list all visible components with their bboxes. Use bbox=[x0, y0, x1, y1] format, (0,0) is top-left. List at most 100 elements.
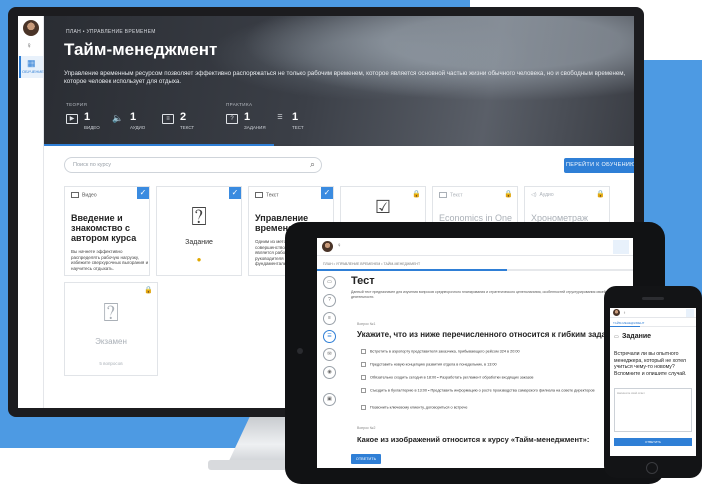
search-placeholder: Поиск по курсу bbox=[73, 162, 112, 168]
checkbox[interactable] bbox=[361, 388, 366, 393]
tablet-screen: ♀ ПЛАН • УПРАВЛЕНИЕ ВРЕМЕНЕМ • ТАЙМ-МЕНЕ… bbox=[317, 238, 633, 468]
question-title: Укажите, что из ниже перечисленного отно… bbox=[357, 330, 621, 339]
card-type-label: Текст bbox=[266, 192, 279, 199]
learning-icon[interactable] bbox=[686, 309, 694, 317]
answer-option[interactable]: Встретить в аэропорту представителя зака… bbox=[361, 349, 623, 354]
learning-icon[interactable] bbox=[613, 240, 629, 254]
answer-textarea[interactable]: Напишите свой ответ bbox=[614, 388, 692, 432]
card-title: Введение и знакомство с автором курса bbox=[71, 213, 137, 243]
page-title: Тайм-менеджмент bbox=[64, 40, 218, 59]
test-step-icon[interactable]: ☰ bbox=[323, 330, 336, 343]
page-title: Тест bbox=[351, 275, 375, 287]
task-icon: ? bbox=[226, 114, 238, 124]
video-icon bbox=[71, 192, 79, 198]
card-type: Видео bbox=[71, 192, 97, 198]
question-label: Вопрос №2 bbox=[357, 426, 376, 430]
course-hero: ПЛАН • УПРАВЛЕНИЕ ВРЕМЕНЕМ Тайм-менеджме… bbox=[44, 16, 634, 146]
answer-option-label: Съездить в бухгалтерию в 13:00 • Предста… bbox=[370, 388, 595, 393]
sidebar-item-learning[interactable]: ▦ ОБУЧЕНИЕ bbox=[19, 56, 44, 78]
checkbox[interactable] bbox=[361, 375, 366, 380]
question-label: Вопрос №1 bbox=[357, 322, 376, 326]
check-icon: ✓ bbox=[137, 187, 149, 199]
notification-icon[interactable]: ♀ bbox=[337, 243, 342, 249]
phone-home-button bbox=[646, 462, 658, 474]
card-type: ◁) Аудио bbox=[531, 192, 554, 198]
stat-label: ЗАДАНИЯ bbox=[244, 125, 266, 130]
course-description: Управление временным ресурсом позволяет … bbox=[64, 70, 626, 85]
phone-speaker bbox=[642, 297, 664, 300]
answer-option-label: Обязательно сходить сегодня в 18:00 • Ра… bbox=[370, 375, 534, 380]
avatar[interactable] bbox=[322, 241, 333, 252]
task-step-icon[interactable]: ? bbox=[323, 294, 336, 307]
phone-screen: ♀ ТАЙМ-МЕНЕДЖМЕНТ ▭ Задание Встречали ли… bbox=[610, 308, 696, 456]
lock-icon: 🔒 bbox=[596, 191, 605, 198]
search-input[interactable]: Поиск по курсу ⌕ bbox=[64, 157, 322, 173]
phone: ♀ ТАЙМ-МЕНЕДЖМЕНТ ▭ Задание Встречали ли… bbox=[604, 286, 702, 478]
text-icon: ≡ bbox=[162, 114, 174, 124]
audio-icon: 🔈 bbox=[112, 113, 124, 123]
answer-placeholder: Напишите свой ответ bbox=[617, 391, 645, 395]
breadcrumb[interactable]: ПЛАН • УПРАВЛЕНИЕ ВРЕМЕНЕМ bbox=[66, 29, 156, 35]
mail-step-icon[interactable]: ✉ bbox=[323, 348, 336, 361]
answer-option[interactable]: Представить новую концепцию развития отд… bbox=[361, 362, 623, 367]
audio-icon: ◁) bbox=[531, 192, 537, 198]
answer-option[interactable]: Позвонить ключевому клиенту, договоритьс… bbox=[361, 405, 623, 410]
video-step-icon[interactable]: ▭ bbox=[323, 276, 336, 289]
card-type: Текст bbox=[439, 192, 463, 198]
avatar[interactable] bbox=[613, 309, 620, 316]
stat-label: ТЕСТ bbox=[292, 125, 304, 130]
test-progress-fill bbox=[317, 269, 507, 271]
sidebar-item-label: ОБУЧЕНИЕ bbox=[22, 69, 44, 74]
check-icon: ✓ bbox=[229, 187, 241, 199]
task-icon: ▭ bbox=[614, 334, 619, 340]
notification-icon[interactable]: ♀ bbox=[623, 310, 626, 315]
question-icon: ⍰ bbox=[191, 201, 207, 231]
tablet-topbar: ♀ bbox=[317, 238, 633, 256]
go-to-learning-button[interactable]: ПЕРЕЙТИ К ОБУЧЕНИЮ bbox=[564, 158, 634, 173]
theory-label: ТЕОРИЯ bbox=[66, 102, 88, 107]
test-progress-bar bbox=[317, 269, 633, 271]
checkbox[interactable] bbox=[361, 362, 366, 367]
card-type-label: Видео bbox=[82, 192, 97, 199]
audio-step-icon[interactable]: ◉ bbox=[323, 366, 336, 379]
step-rail: ▭ ? ≡ ☰ ✉ ◉ ▣ bbox=[323, 276, 339, 411]
card-video[interactable]: ✓ Видео Введение и знакомство с автором … bbox=[64, 186, 150, 276]
text-icon bbox=[255, 192, 263, 198]
answer-option[interactable]: Съездить в бухгалтерию в 13:00 • Предста… bbox=[361, 388, 623, 393]
text-step-icon[interactable]: ≡ bbox=[323, 312, 336, 325]
medal-icon: ● bbox=[196, 255, 202, 264]
stat-num: 2 bbox=[180, 111, 187, 123]
back-link[interactable]: ТАЙМ-МЕНЕДЖМЕНТ bbox=[613, 321, 644, 325]
answer-option-label: Встретить в аэропорту представителя зака… bbox=[370, 349, 520, 354]
tablet-camera bbox=[297, 348, 303, 354]
lock-icon: 🔒 bbox=[144, 287, 153, 294]
checkbox[interactable] bbox=[361, 349, 366, 354]
card-exam-locked[interactable]: 🔒 ⍰ Экзамен 5 вопросов bbox=[64, 282, 158, 376]
task-progress-bar bbox=[610, 326, 696, 327]
exam-step-icon[interactable]: ▣ bbox=[323, 393, 336, 406]
notification-icon[interactable]: ♀ bbox=[26, 41, 32, 50]
card-type-label: Текст bbox=[450, 192, 463, 199]
sidebar: ♀ ▦ ОБУЧЕНИЕ bbox=[18, 16, 44, 408]
learning-icon: ▦ bbox=[27, 58, 36, 68]
answer-option-label: Позвонить ключевому клиенту, договоритьс… bbox=[370, 405, 468, 410]
checkbox[interactable] bbox=[361, 405, 366, 410]
answer-option-label: Представить новую концепцию развития отд… bbox=[370, 362, 497, 367]
submit-answer-button[interactable]: ОТВЕТИТЬ bbox=[614, 438, 692, 446]
card-task[interactable]: ✓ ⍰ Задание ● bbox=[156, 186, 242, 276]
card-type: Текст bbox=[255, 192, 279, 198]
submit-answer-button[interactable]: ОТВЕТИТЬ bbox=[351, 454, 381, 464]
search-icon[interactable]: ⌕ bbox=[310, 159, 315, 170]
card-type-label: Аудио bbox=[539, 192, 554, 198]
check-icon: ✓ bbox=[321, 187, 333, 199]
card-subtitle: 5 вопросов bbox=[99, 361, 123, 366]
question-title: Какое из изображений относится к курсу «… bbox=[357, 435, 590, 444]
answer-option[interactable]: Обязательно сходить сегодня в 18:00 • Ра… bbox=[361, 375, 623, 380]
breadcrumb[interactable]: ПЛАН • УПРАВЛЕНИЕ ВРЕМЕНЕМ • ТАЙМ-МЕНЕДЖ… bbox=[323, 262, 420, 266]
course-progress-bar bbox=[44, 144, 274, 146]
card-description: Вы начнете эффективно распределять рабоч… bbox=[71, 249, 149, 271]
avatar[interactable] bbox=[23, 20, 39, 36]
task-question: Встречали ли вы опытного менеджера, кото… bbox=[614, 351, 687, 377]
question-icon: ⍰ bbox=[103, 297, 119, 327]
stat-num: 1 bbox=[84, 111, 91, 123]
